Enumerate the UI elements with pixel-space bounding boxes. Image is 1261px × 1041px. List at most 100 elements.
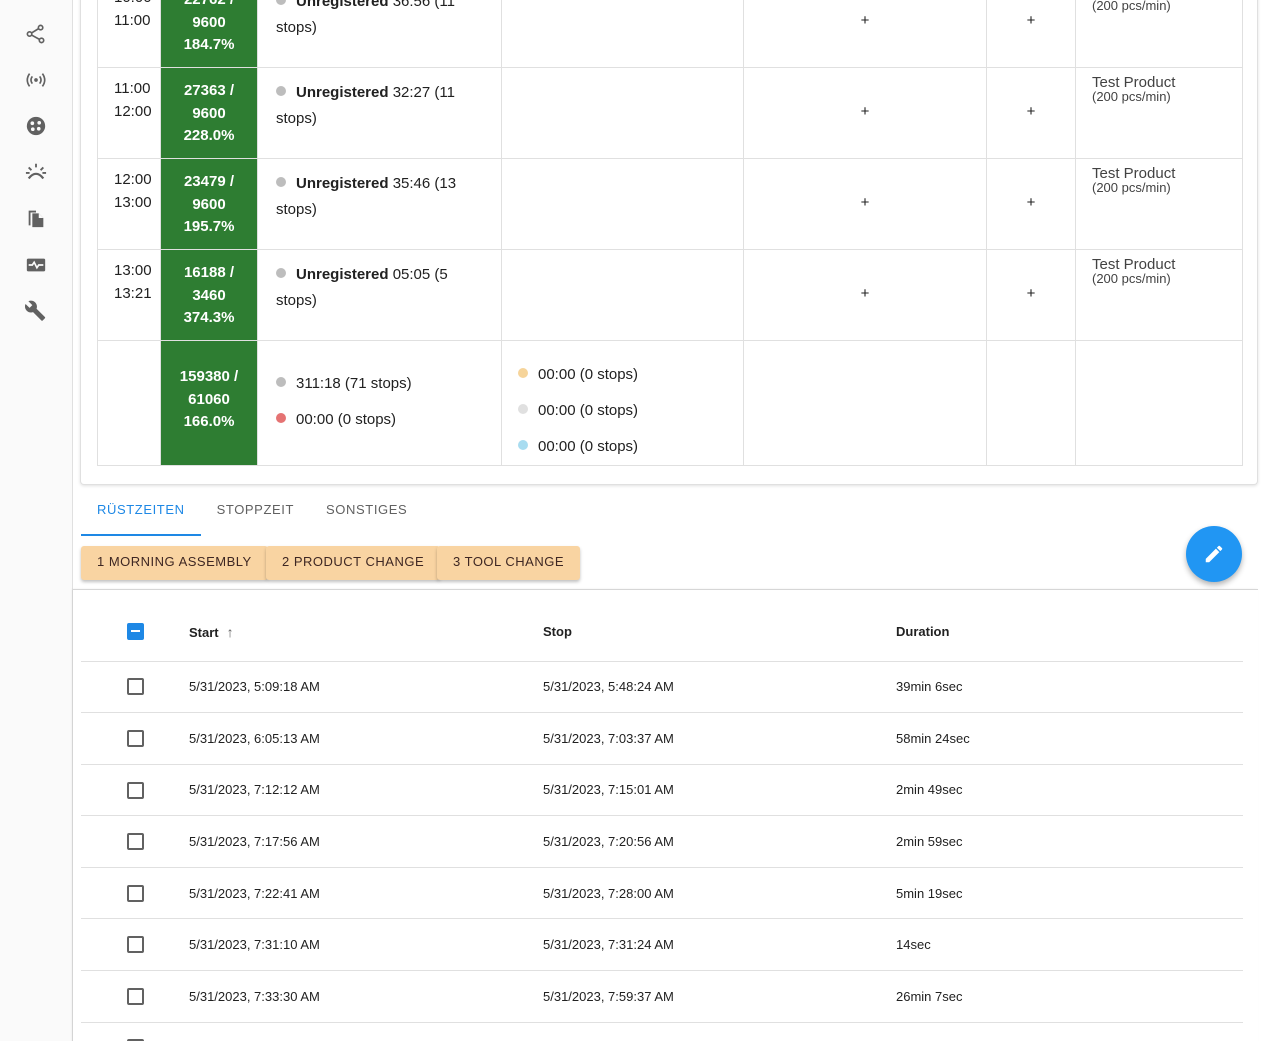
summary-stop-entry[interactable]: 00:00 (0 stops) (276, 407, 487, 433)
edit-button[interactable] (1186, 526, 1242, 582)
palette-icon[interactable] (24, 114, 48, 138)
summary-empty-cell (1075, 340, 1243, 466)
summary-time-cell (97, 340, 161, 466)
table-header-row: Start ↑ Stop Duration (81, 603, 1243, 662)
row-checkbox[interactable] (127, 678, 144, 696)
start-cell: 5/31/2023, 7:31:10 AM (189, 918, 543, 972)
add-icon[interactable]: + (851, 190, 879, 218)
graph-nodes-icon[interactable] (24, 22, 48, 46)
table-row[interactable]: 5/31/2023, 7:12:12 AM 5/31/2023, 7:15:01 … (81, 764, 1243, 817)
rays-icon[interactable] (24, 160, 48, 184)
stop-cell: 5/31/2023, 5:48:24 AM (543, 661, 896, 714)
product-name: Test Product (1092, 256, 1176, 273)
row-checkbox[interactable] (127, 781, 144, 799)
product-rate: (200 pcs/min) (1092, 89, 1171, 104)
add-cell: + (743, 249, 987, 341)
summary-other-value: 00:00 (0 stops) (538, 402, 639, 419)
output-cell: 27363 / 9600 228.0% (160, 67, 258, 159)
table-row[interactable] (81, 1022, 1243, 1041)
stop-entry[interactable]: Unregistered 35:46 (13 (276, 171, 487, 197)
sort-ascending-icon[interactable]: ↑ (227, 624, 234, 640)
row-checkbox[interactable] (127, 729, 144, 747)
hour-row: 11:00 12:00 27363 / 9600 228.0% Unregistered … (97, 67, 1243, 159)
hour-end: 11:00 (114, 12, 151, 29)
stops-cell: Unregistered 35:46 (13 stops) (257, 158, 502, 250)
add-icon[interactable]: + (1017, 8, 1045, 36)
add-icon[interactable]: + (851, 99, 879, 127)
add-icon[interactable]: + (851, 8, 879, 36)
tab-sonstiges[interactable]: SONSTIGES (310, 494, 423, 536)
table-row[interactable]: 5/31/2023, 5:09:18 AM 5/31/2023, 5:48:24 … (81, 661, 1243, 714)
status-dot-icon (276, 86, 286, 96)
table-row[interactable]: 5/31/2023, 7:31:10 AM 5/31/2023, 7:31:24 … (81, 918, 1243, 972)
files-icon[interactable] (24, 206, 48, 230)
duration-cell: 39min 6sec (896, 661, 1243, 714)
summary-other-entry[interactable]: 00:00 (0 stops) (518, 357, 743, 393)
product-cell: Test Product(200 pcs/min) (1075, 67, 1243, 159)
stop-entry[interactable]: Unregistered 05:05 (5 stops) (276, 262, 487, 314)
row-checkbox[interactable] (127, 884, 144, 902)
summary-other-entry[interactable]: 00:00 (0 stops) (518, 393, 743, 429)
start-cell: 5/31/2023, 7:33:30 AM (189, 970, 543, 1023)
column-header-stop[interactable]: Stop (543, 603, 896, 662)
summary-empty-cell (743, 340, 987, 466)
tool-change-button[interactable]: 3 TOOL CHANGE (437, 546, 581, 580)
duration-cell: 26min 7sec (896, 970, 1243, 1023)
wrench-icon[interactable] (24, 299, 48, 323)
summary-stop-value: 00:00 (0 stops) (296, 411, 397, 428)
select-all-checkbox[interactable] (127, 623, 144, 641)
broadcast-icon[interactable] (24, 68, 48, 92)
stop-duration: 36:56 (11 (388, 0, 455, 10)
table-row[interactable]: 5/31/2023, 7:22:41 AM 5/31/2023, 7:28:00 … (81, 867, 1243, 920)
hour-time-cell: 12:00 13:00 (97, 158, 161, 250)
hour-end: 13:21 (114, 285, 152, 302)
morning-assembly-button[interactable]: 1 MORNING ASSEMBLY (81, 546, 268, 580)
stop-entry[interactable]: Unregistered 36:56 (11 (276, 0, 487, 15)
product-cell: Test Product(200 pcs/min) (1075, 158, 1243, 250)
hour-time-cell: 11:00 12:00 (97, 67, 161, 159)
add-cell: + (743, 67, 987, 159)
row-checkbox[interactable] (127, 936, 144, 954)
stop-duration: 35:46 (13 (388, 175, 457, 192)
output-count: 23479 / (183, 173, 235, 190)
add-icon[interactable]: + (1017, 99, 1045, 127)
hour-start: 13:00 (114, 262, 152, 279)
summary-row: 159380 / 61060 166.0% 311:18 (71 stops) 00:0… (97, 340, 1243, 466)
stops-cell: Unregistered 36:56 (11 stops) (257, 0, 502, 68)
product-name: Test Product (1092, 74, 1176, 91)
start-cell: 5/31/2023, 6:05:13 AM (189, 712, 543, 765)
start-cell: 5/31/2023, 7:17:56 AM (189, 815, 543, 868)
table-row[interactable]: 5/31/2023, 7:17:56 AM 5/31/2023, 7:20:56 … (81, 815, 1243, 868)
stop-duration-cont: stops) (276, 201, 317, 218)
add-icon[interactable]: + (851, 281, 879, 309)
product-cell: Test Product(200 pcs/min) (1075, 249, 1243, 341)
stop-cell: 5/31/2023, 7:31:24 AM (543, 918, 896, 972)
add-cell: + (743, 0, 987, 68)
stop-entry[interactable]: Unregistered 32:27 (11 (276, 80, 487, 106)
start-cell: 5/31/2023, 7:22:41 AM (189, 867, 543, 920)
tab-stoppzeit[interactable]: STOPPZEIT (201, 494, 310, 536)
duration-cell: 5min 19sec (896, 867, 1243, 920)
status-dot-icon (276, 377, 286, 387)
add-icon[interactable]: + (1017, 190, 1045, 218)
summary-other-entry[interactable]: 00:00 (0 stops) (518, 429, 743, 465)
stop-cell: 5/31/2023, 7:03:37 AM (543, 712, 896, 765)
stop-cell: 5/31/2023, 7:15:01 AM (543, 764, 896, 817)
add-icon[interactable]: + (1017, 281, 1045, 309)
row-checkbox[interactable] (127, 833, 144, 851)
monitor-heart-icon[interactable] (24, 253, 48, 277)
stop-reason: Unregistered (296, 175, 389, 192)
stop-cell: 5/31/2023, 7:59:37 AM (543, 970, 896, 1023)
row-checkbox[interactable] (127, 987, 144, 1005)
start-cell: 5/31/2023, 7:12:12 AM (189, 764, 543, 817)
summary-stop-entry[interactable]: 311:18 (71 stops) (276, 371, 487, 397)
tab-ruestzeiten[interactable]: RÜSTZEITEN (81, 494, 201, 536)
column-header-start[interactable]: Start (189, 625, 219, 640)
column-header-duration[interactable]: Duration (896, 603, 1243, 662)
table-row[interactable]: 5/31/2023, 7:33:30 AM 5/31/2023, 7:59:37 … (81, 970, 1243, 1023)
table-row[interactable]: 5/31/2023, 6:05:13 AM 5/31/2023, 7:03:37 … (81, 712, 1243, 765)
summary-other-cell: 00:00 (0 stops) 00:00 (0 stops) 00:00 (0 s… (501, 340, 744, 466)
hour-row: 10:00 11:00 22762 /9600 184.7% Unregistered … (97, 0, 1243, 68)
product-change-button[interactable]: 2 PRODUCT CHANGE (266, 546, 441, 580)
hour-row: 13:00 13:21 16188 / 3460 374.3% Unregistered … (97, 249, 1243, 341)
